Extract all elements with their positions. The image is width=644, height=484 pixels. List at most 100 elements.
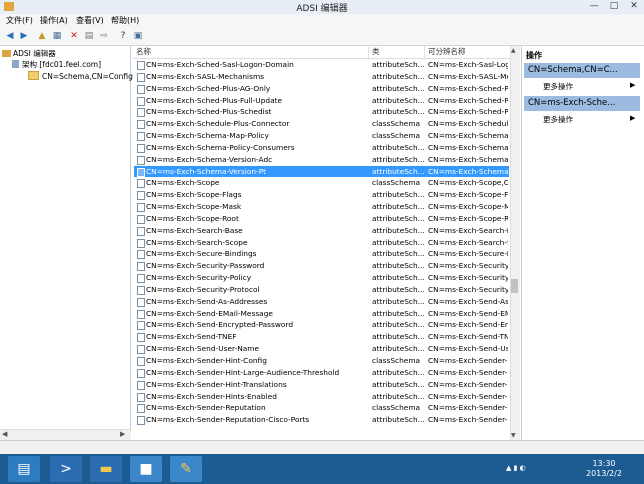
cmd-icon[interactable]: ■: [130, 456, 162, 482]
list-vertical-scrollbar[interactable]: [510, 46, 520, 440]
table-row[interactable]: CN=ms-Exch-Sender-Hint-Large-Audience-Th…: [134, 367, 509, 379]
entry-icon: [137, 191, 145, 201]
tree-item-root[interactable]: ADSI 编辑器: [2, 48, 56, 59]
table-row[interactable]: CN=ms-Exch-Schema-Version-Adc attributeSc…: [134, 154, 509, 166]
more-actions-2[interactable]: 更多操作: [543, 114, 573, 125]
table-row[interactable]: CN=ms-Exch-Scope-Flags attributeSch... CN=…: [134, 189, 509, 201]
column-header-dn[interactable]: 可分辨名称: [428, 46, 508, 58]
table-row[interactable]: CN=ms-Exch-Search-Scope attributeSch... CN…: [134, 237, 509, 249]
table-row[interactable]: CN=ms-Exch-Schema-Policy-Consumers attrib…: [134, 142, 509, 154]
cell-dn: CN=ms-Exch-Scope-M: [428, 202, 508, 212]
column-header-name[interactable]: 名称: [136, 46, 369, 58]
table-row[interactable]: CN=ms-Exch-SASL-Mechanisms attributeSch..…: [134, 71, 509, 83]
entry-icon: [137, 238, 145, 248]
table-row[interactable]: CN=ms-Exch-Sender-Hints-Enabled attribute…: [134, 391, 509, 403]
table-row[interactable]: CN=ms-Exch-Secure-Bindings attributeSch..…: [134, 248, 509, 260]
back-icon[interactable]: ◀: [4, 30, 16, 42]
tree-item-schema-container[interactable]: CN=Schema,CN=Configu: [28, 71, 138, 82]
scroll-left-icon[interactable]: ◀: [2, 430, 7, 438]
minimize-button[interactable]: —: [584, 0, 604, 12]
powershell-icon[interactable]: >: [50, 456, 82, 482]
menu-view[interactable]: 查看(V): [76, 15, 104, 26]
scroll-right-icon[interactable]: ▶: [120, 430, 125, 438]
entry-icon: [137, 226, 145, 236]
table-row[interactable]: CN=ms-Exch-Scope classSchema CN=ms-Exch-Sc…: [134, 177, 509, 189]
table-row[interactable]: CN=ms-Exch-Schema-Version-Pt attributeSch…: [134, 165, 509, 178]
cell-dn: CN=ms-Exch-Schema-: [428, 166, 508, 176]
cell-name: CN=ms-Exch-Schema-Policy-Consumers: [146, 142, 295, 152]
cell-name: CN=ms-Exch-Sender-Hint-Config: [146, 356, 267, 365]
entry-icon: [137, 96, 145, 106]
entry-icon: [137, 392, 145, 402]
scroll-up-icon[interactable]: ▲: [511, 47, 516, 54]
cell-name: CN=ms-Exch-Schema-Version-Pt: [146, 166, 267, 176]
cell-dn: CN=ms-Exch-Sched-P: [428, 95, 508, 105]
table-row[interactable]: CN=ms-Exch-Send-Encrypted-Password attrib…: [134, 319, 509, 331]
actions-section-item[interactable]: CN=ms-Exch-Sche...: [524, 96, 640, 111]
cell-dn: CN=ms-Exch-Scope-R: [428, 213, 508, 223]
cell-name: CN=ms-Exch-Sender-Reputation-Cisco-Ports: [146, 415, 310, 425]
up-folder-icon[interactable]: ▲: [36, 30, 48, 42]
scroll-thumb[interactable]: [511, 279, 518, 293]
scroll-down-icon[interactable]: ▼: [511, 432, 516, 439]
actions-section-schema[interactable]: CN=Schema,CN=C...: [524, 63, 640, 78]
cell-dn: CN=ms-Exch-Send-En: [428, 320, 508, 330]
entry-icon: [137, 108, 145, 118]
cell-name: CN=ms-Exch-Security-Policy: [146, 273, 252, 283]
clock[interactable]: 13:30 2013/2/2: [586, 459, 622, 479]
show-tree-icon[interactable]: ▦: [51, 30, 63, 42]
tree-item-schema[interactable]: 架构 [fdc01.feel.com]: [12, 59, 101, 70]
table-row[interactable]: CN=ms-Exch-Send-EMail-Message attributeSc…: [134, 308, 509, 320]
entry-icon: [137, 357, 145, 366]
cell-dn: CN=ms-Exch-Sender-H: [428, 391, 508, 401]
menu-action[interactable]: 操作(A): [40, 15, 68, 26]
table-row[interactable]: CN=ms-Exch-Security-Policy attributeSch..…: [134, 272, 509, 284]
actions-header: 操作: [526, 51, 542, 60]
export-icon[interactable]: ⇨: [98, 30, 110, 42]
table-row[interactable]: CN=ms-Exch-Sender-Hint-Config classSchema…: [134, 355, 509, 367]
table-row[interactable]: CN=ms-Exch-Sender-Reputation classSchema C…: [134, 402, 509, 414]
table-row[interactable]: CN=ms-Exch-Security-Password attributeSch…: [134, 260, 509, 272]
table-row[interactable]: CN=ms-Exch-Schedule-Plus-Connector classS…: [134, 118, 509, 130]
tray-icons[interactable]: ▲ ▮ ◐: [506, 464, 526, 472]
table-row[interactable]: CN=ms-Exch-Sender-Hint-Translations attri…: [134, 379, 509, 391]
table-row[interactable]: CN=ms-Exch-Sched-Plus-Full-Update attribu…: [134, 95, 509, 107]
table-row[interactable]: CN=ms-Exch-Scope-Mask attributeSch... CN=m…: [134, 201, 509, 213]
cell-name: CN=ms-Exch-Send-As-Addresses: [146, 296, 268, 306]
maximize-button[interactable]: □: [604, 0, 624, 12]
entry-icon: [137, 262, 145, 272]
cell-dn: CN=ms-Exch-Sender-R: [428, 415, 508, 425]
close-button[interactable]: ✕: [624, 0, 644, 12]
table-row[interactable]: CN=ms-Exch-Sched-Plus-AG-Only attributeSc…: [134, 83, 509, 95]
more-actions-1[interactable]: 更多操作: [543, 81, 573, 92]
server-manager-icon[interactable]: ▤: [8, 456, 40, 482]
adsi-edit-taskbar-icon[interactable]: ✎: [170, 456, 202, 482]
submenu-arrow-icon: ▶: [630, 81, 636, 89]
table-row[interactable]: CN=ms-Exch-Sender-Reputation-Cisco-Ports…: [134, 414, 509, 426]
table-row[interactable]: CN=ms-Exch-Sched-Sasl-Logon-Domain attrib…: [134, 59, 509, 71]
column-header-class[interactable]: 类: [372, 46, 425, 58]
table-row[interactable]: CN=ms-Exch-Send-User-Name attributeSch...…: [134, 343, 509, 355]
table-row[interactable]: CN=ms-Exch-Sched-Plus-Schedist attributeS…: [134, 106, 509, 118]
menu-help[interactable]: 帮助(H): [111, 15, 139, 26]
cell-dn: CN=ms-Exch-Search-B: [428, 225, 508, 235]
table-row[interactable]: CN=ms-Exch-Send-As-Addresses attributeSch…: [134, 296, 509, 308]
forward-icon[interactable]: ▶: [18, 30, 30, 42]
cell-class: attributeSch...: [372, 71, 425, 81]
cell-dn: CN=ms-Exch-SASL-Me: [428, 71, 508, 81]
cell-dn: CN=ms-Exch-Sched-P: [428, 83, 508, 93]
show-action-pane-icon[interactable]: ▣: [132, 30, 144, 42]
table-row[interactable]: CN=ms-Exch-Search-Base attributeSch... CN=…: [134, 225, 509, 237]
cell-name: CN=ms-Exch-Schema-Map-Policy: [146, 131, 269, 141]
delete-icon[interactable]: ✕: [68, 30, 80, 42]
table-row[interactable]: CN=ms-Exch-Send-TNEF attributeSch... CN=ms…: [134, 331, 509, 343]
menu-file[interactable]: 文件(F): [6, 15, 33, 26]
table-row[interactable]: CN=ms-Exch-Security-Protocol attributeSch…: [134, 284, 509, 296]
cell-name: CN=ms-Exch-Sched-Plus-Schedist: [146, 107, 272, 117]
table-row[interactable]: CN=ms-Exch-Schema-Map-Policy classSchema C…: [134, 130, 509, 142]
cell-dn: CN=ms-Exch-Schema-: [428, 142, 508, 152]
properties-icon[interactable]: ▤: [83, 30, 95, 42]
table-row[interactable]: CN=ms-Exch-Scope-Root attributeSch... CN=m…: [134, 213, 509, 225]
explorer-icon[interactable]: ▬: [90, 456, 122, 482]
help-icon[interactable]: ?: [117, 30, 129, 42]
